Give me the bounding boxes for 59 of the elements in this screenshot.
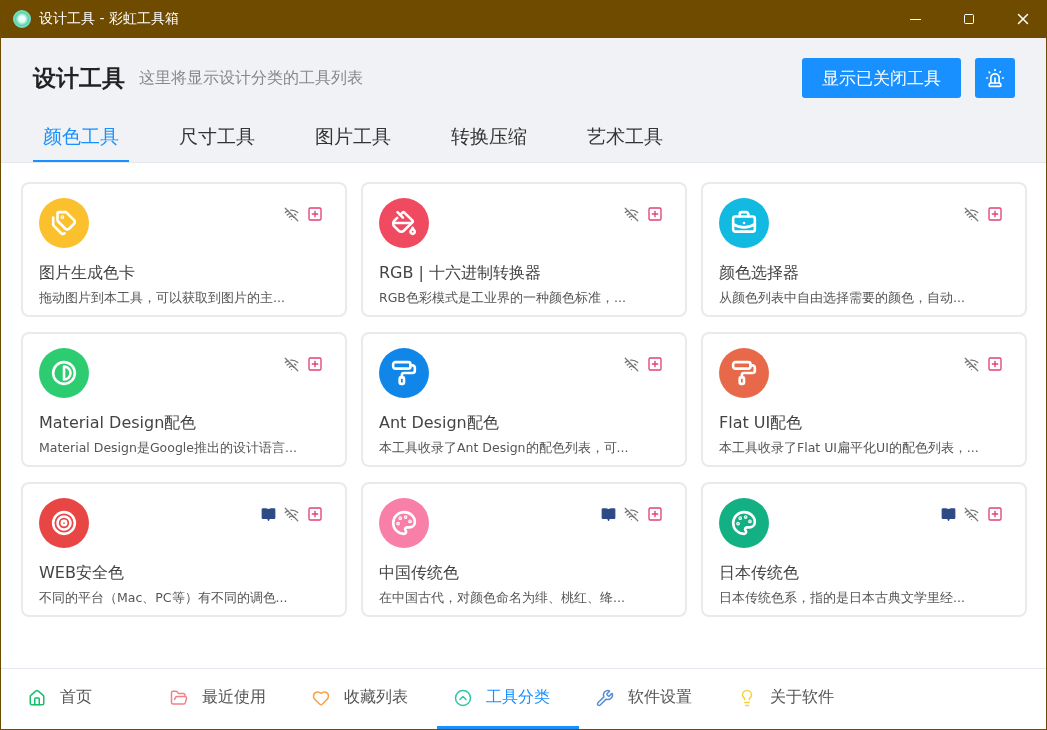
nav-label: 关于软件 bbox=[770, 687, 834, 708]
maximize-icon bbox=[963, 13, 975, 25]
add-icon[interactable] bbox=[647, 356, 663, 372]
nav-label: 收藏列表 bbox=[344, 687, 408, 708]
category-tab[interactable]: 图片工具 bbox=[305, 120, 401, 162]
page-title: 设计工具 bbox=[33, 63, 125, 93]
tool-description: 日本传统色系，指的是日本古典文学里经... bbox=[719, 590, 966, 607]
siren-icon bbox=[985, 68, 1005, 88]
tool-card[interactable]: 颜色选择器 从颜色列表中自由选择需要的颜色，自动... bbox=[701, 182, 1027, 317]
tool-title: Material Design配色 bbox=[39, 413, 198, 434]
minimize-icon bbox=[909, 18, 921, 20]
tool-card[interactable]: Ant Design配色 本工具收录了Ant Design的配色列表，可... bbox=[361, 332, 687, 467]
tool-title: 图片生成色卡 bbox=[39, 263, 136, 284]
add-icon[interactable] bbox=[647, 206, 663, 222]
app-logo-icon bbox=[13, 10, 31, 28]
add-icon[interactable] bbox=[307, 206, 323, 222]
category-tab[interactable]: 转换压缩 bbox=[441, 120, 537, 162]
tool-description: 拖动图片到本工具，可以获取到图片的主... bbox=[39, 290, 286, 307]
tool-card[interactable]: RGB | 十六进制转换器 RGB色彩模式是工业界的一种颜色标准，... bbox=[361, 182, 687, 317]
add-icon[interactable] bbox=[987, 356, 1003, 372]
tool-title: 中国传统色 bbox=[379, 563, 460, 584]
alarm-button[interactable] bbox=[975, 58, 1015, 98]
nav-label: 软件设置 bbox=[628, 687, 692, 708]
tool-description: 本工具收录了Ant Design的配色列表，可... bbox=[379, 440, 630, 457]
nav-label: 工具分类 bbox=[486, 687, 550, 708]
tool-title: Flat UI配色 bbox=[719, 413, 804, 434]
tool-title: 日本传统色 bbox=[719, 563, 800, 584]
nav-label: 最近使用 bbox=[202, 687, 266, 708]
tool-card[interactable]: 中国传统色 在中国古代，对颜色命名为绯、桃红、绛... bbox=[361, 482, 687, 617]
tool-description: 不同的平台（Mac、PC等）有不同的调色... bbox=[39, 590, 289, 607]
nav-item[interactable]: 关于软件 bbox=[721, 669, 863, 729]
category-tab[interactable]: 尺寸工具 bbox=[169, 120, 265, 162]
tool-title: RGB | 十六进制转换器 bbox=[379, 263, 543, 284]
tool-description: 在中国古代，对颜色命名为绯、桃红、绛... bbox=[379, 590, 626, 607]
nav-item[interactable]: 最近使用 bbox=[153, 669, 295, 729]
add-icon[interactable] bbox=[307, 356, 323, 372]
window-title: 设计工具 - 彩虹工具箱 bbox=[39, 10, 180, 28]
add-icon[interactable] bbox=[307, 506, 323, 522]
tool-card[interactable]: Flat UI配色 本工具收录了Flat UI扁平化UI的配色列表，... bbox=[701, 332, 1027, 467]
tool-title: Ant Design配色 bbox=[379, 413, 500, 434]
tool-title: 颜色选择器 bbox=[719, 263, 800, 284]
add-icon[interactable] bbox=[987, 206, 1003, 222]
nav-item[interactable]: 首页 bbox=[11, 669, 153, 729]
nav-label: 首页 bbox=[60, 687, 92, 708]
tool-description: 从颜色列表中自由选择需要的颜色，自动... bbox=[719, 290, 966, 307]
tool-card[interactable]: 日本传统色 日本传统色系，指的是日本古典文学里经... bbox=[701, 482, 1027, 617]
tool-card[interactable]: WEB安全色 不同的平台（Mac、PC等）有不同的调色... bbox=[21, 482, 347, 617]
add-icon[interactable] bbox=[647, 506, 663, 522]
category-tab[interactable]: 艺术工具 bbox=[577, 120, 673, 162]
nav-item[interactable]: 软件设置 bbox=[579, 669, 721, 729]
tool-card[interactable]: Material Design配色 Material Design是Google推出的设计语言... bbox=[21, 332, 347, 467]
tool-description: 本工具收录了Flat UI扁平化UI的配色列表，... bbox=[719, 440, 980, 457]
nav-item[interactable]: 收藏列表 bbox=[295, 669, 437, 729]
tool-card[interactable]: 图片生成色卡 拖动图片到本工具，可以获取到图片的主... bbox=[21, 182, 347, 317]
tool-description: Material Design是Google推出的设计语言... bbox=[39, 440, 298, 457]
page-subtitle: 这里将显示设计分类的工具列表 bbox=[139, 67, 364, 89]
add-icon[interactable] bbox=[987, 506, 1003, 522]
tool-title: WEB安全色 bbox=[39, 563, 125, 584]
tool-description: RGB色彩模式是工业界的一种颜色标准，... bbox=[379, 290, 627, 307]
